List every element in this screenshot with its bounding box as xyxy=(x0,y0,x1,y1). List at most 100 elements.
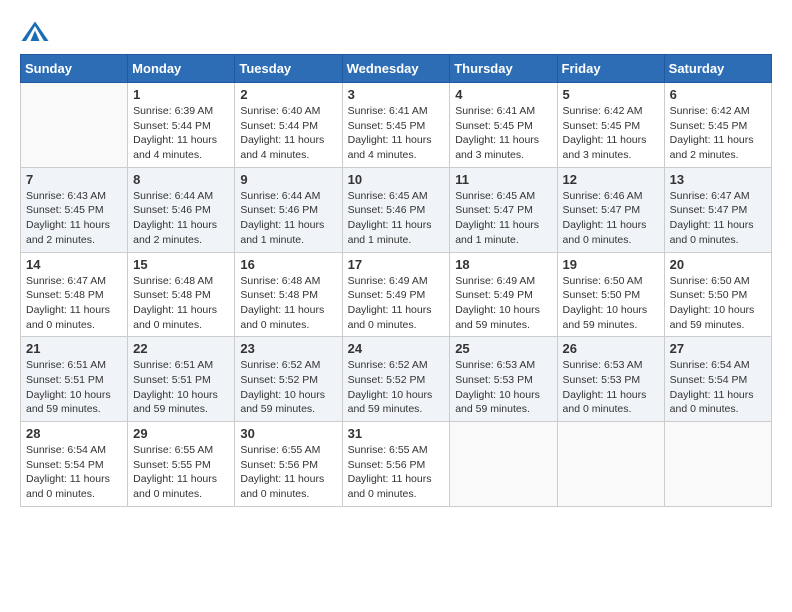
day-number: 3 xyxy=(348,87,445,102)
day-number: 22 xyxy=(133,341,229,356)
calendar-cell: 3Sunrise: 6:41 AM Sunset: 5:45 PM Daylig… xyxy=(342,83,450,168)
day-info: Sunrise: 6:46 AM Sunset: 5:47 PM Dayligh… xyxy=(563,189,659,248)
calendar-cell: 15 Sunrise: 6:48 AM Sunset: 5:48 PM Dayli… xyxy=(128,252,235,337)
calendar-cell xyxy=(450,422,557,507)
weekday-header-wednesday: Wednesday xyxy=(342,55,450,83)
day-number: 21 xyxy=(26,341,122,356)
day-number: 30 xyxy=(240,426,336,441)
day-number: 2 xyxy=(240,87,336,102)
day-info: Sunrise: 6:55 AM Sunset: 5:56 PM Dayligh… xyxy=(240,443,336,502)
day-number: 6 xyxy=(670,87,766,102)
day-info: Sunrise: 6:50 AM Sunset: 5:50 PM Dayligh… xyxy=(563,274,659,333)
day-info: Sunrise: 6:40 AM Sunset: 5:44 PM Dayligh… xyxy=(240,104,336,163)
day-info: Sunrise: 6:48 AM Sunset: 5:48 PM Dayligh… xyxy=(240,274,336,333)
weekday-row: SundayMondayTuesdayWednesdayThursdayFrid… xyxy=(21,55,772,83)
day-number: 20 xyxy=(670,257,766,272)
calendar-week-row: 28 Sunrise: 6:54 AM Sunset: 5:54 PM Dayli… xyxy=(21,422,772,507)
day-info: Sunrise: 6:54 AM Sunset: 5:54 PM Dayligh… xyxy=(26,443,122,502)
calendar-cell: 25 Sunrise: 6:53 AM Sunset: 5:53 PM Dayli… xyxy=(450,337,557,422)
day-info: Sunrise: 6:53 AM Sunset: 5:53 PM Dayligh… xyxy=(563,358,659,417)
calendar-cell: 9 Sunrise: 6:44 AM Sunset: 5:46 PM Daylig… xyxy=(235,167,342,252)
calendar-cell: 24 Sunrise: 6:52 AM Sunset: 5:52 PM Dayli… xyxy=(342,337,450,422)
day-number: 17 xyxy=(348,257,445,272)
calendar-week-row: 7Sunrise: 6:43 AM Sunset: 5:45 PM Daylig… xyxy=(21,167,772,252)
day-number: 26 xyxy=(563,341,659,356)
weekday-header-sunday: Sunday xyxy=(21,55,128,83)
day-info: Sunrise: 6:50 AM Sunset: 5:50 PM Dayligh… xyxy=(670,274,766,333)
calendar: SundayMondayTuesdayWednesdayThursdayFrid… xyxy=(20,54,772,507)
calendar-body: 1Sunrise: 6:39 AM Sunset: 5:44 PM Daylig… xyxy=(21,83,772,507)
day-info: Sunrise: 6:44 AM Sunset: 5:46 PM Dayligh… xyxy=(240,189,336,248)
day-number: 15 xyxy=(133,257,229,272)
calendar-cell: 2 Sunrise: 6:40 AM Sunset: 5:44 PM Daylig… xyxy=(235,83,342,168)
day-number: 14 xyxy=(26,257,122,272)
day-info: Sunrise: 6:44 AM Sunset: 5:46 PM Dayligh… xyxy=(133,189,229,248)
calendar-cell: 30 Sunrise: 6:55 AM Sunset: 5:56 PM Dayli… xyxy=(235,422,342,507)
calendar-cell: 5 Sunrise: 6:42 AM Sunset: 5:45 PM Daylig… xyxy=(557,83,664,168)
day-number: 31 xyxy=(348,426,445,441)
day-info: Sunrise: 6:47 AM Sunset: 5:48 PM Dayligh… xyxy=(26,274,122,333)
calendar-cell: 23Sunrise: 6:52 AM Sunset: 5:52 PM Dayli… xyxy=(235,337,342,422)
day-info: Sunrise: 6:47 AM Sunset: 5:47 PM Dayligh… xyxy=(670,189,766,248)
calendar-cell: 16 Sunrise: 6:48 AM Sunset: 5:48 PM Dayli… xyxy=(235,252,342,337)
page-header xyxy=(20,20,772,44)
day-number: 25 xyxy=(455,341,551,356)
calendar-cell: 11 Sunrise: 6:45 AM Sunset: 5:47 PM Dayli… xyxy=(450,167,557,252)
day-info: Sunrise: 6:45 AM Sunset: 5:47 PM Dayligh… xyxy=(455,189,551,248)
weekday-header-monday: Monday xyxy=(128,55,235,83)
weekday-header-friday: Friday xyxy=(557,55,664,83)
calendar-cell: 8 Sunrise: 6:44 AM Sunset: 5:46 PM Daylig… xyxy=(128,167,235,252)
day-info: Sunrise: 6:53 AM Sunset: 5:53 PM Dayligh… xyxy=(455,358,551,417)
calendar-cell: 29Sunrise: 6:55 AM Sunset: 5:55 PM Dayli… xyxy=(128,422,235,507)
calendar-cell: 22 Sunrise: 6:51 AM Sunset: 5:51 PM Dayli… xyxy=(128,337,235,422)
calendar-week-row: 1Sunrise: 6:39 AM Sunset: 5:44 PM Daylig… xyxy=(21,83,772,168)
day-info: Sunrise: 6:48 AM Sunset: 5:48 PM Dayligh… xyxy=(133,274,229,333)
day-number: 23 xyxy=(240,341,336,356)
calendar-cell: 19 Sunrise: 6:50 AM Sunset: 5:50 PM Dayli… xyxy=(557,252,664,337)
calendar-cell: 6Sunrise: 6:42 AM Sunset: 5:45 PM Daylig… xyxy=(664,83,771,168)
calendar-cell: 17 Sunrise: 6:49 AM Sunset: 5:49 PM Dayli… xyxy=(342,252,450,337)
day-info: Sunrise: 6:52 AM Sunset: 5:52 PM Dayligh… xyxy=(348,358,445,417)
day-number: 13 xyxy=(670,172,766,187)
day-number: 11 xyxy=(455,172,551,187)
day-info: Sunrise: 6:55 AM Sunset: 5:55 PM Dayligh… xyxy=(133,443,229,502)
day-number: 27 xyxy=(670,341,766,356)
day-number: 16 xyxy=(240,257,336,272)
day-number: 9 xyxy=(240,172,336,187)
day-number: 5 xyxy=(563,87,659,102)
day-info: Sunrise: 6:49 AM Sunset: 5:49 PM Dayligh… xyxy=(348,274,445,333)
day-info: Sunrise: 6:51 AM Sunset: 5:51 PM Dayligh… xyxy=(133,358,229,417)
calendar-cell xyxy=(21,83,128,168)
calendar-header: SundayMondayTuesdayWednesdayThursdayFrid… xyxy=(21,55,772,83)
day-number: 19 xyxy=(563,257,659,272)
calendar-cell: 13 Sunrise: 6:47 AM Sunset: 5:47 PM Dayli… xyxy=(664,167,771,252)
weekday-header-saturday: Saturday xyxy=(664,55,771,83)
day-number: 8 xyxy=(133,172,229,187)
day-info: Sunrise: 6:42 AM Sunset: 5:45 PM Dayligh… xyxy=(563,104,659,163)
calendar-cell: 4Sunrise: 6:41 AM Sunset: 5:45 PM Daylig… xyxy=(450,83,557,168)
day-number: 12 xyxy=(563,172,659,187)
calendar-cell: 7Sunrise: 6:43 AM Sunset: 5:45 PM Daylig… xyxy=(21,167,128,252)
calendar-week-row: 14 Sunrise: 6:47 AM Sunset: 5:48 PM Dayli… xyxy=(21,252,772,337)
day-info: Sunrise: 6:49 AM Sunset: 5:49 PM Dayligh… xyxy=(455,274,551,333)
day-number: 24 xyxy=(348,341,445,356)
logo-icon xyxy=(20,20,50,44)
calendar-cell: 12 Sunrise: 6:46 AM Sunset: 5:47 PM Dayli… xyxy=(557,167,664,252)
calendar-cell: 18 Sunrise: 6:49 AM Sunset: 5:49 PM Dayli… xyxy=(450,252,557,337)
day-info: Sunrise: 6:45 AM Sunset: 5:46 PM Dayligh… xyxy=(348,189,445,248)
calendar-cell: 1Sunrise: 6:39 AM Sunset: 5:44 PM Daylig… xyxy=(128,83,235,168)
calendar-cell: 28 Sunrise: 6:54 AM Sunset: 5:54 PM Dayli… xyxy=(21,422,128,507)
weekday-header-thursday: Thursday xyxy=(450,55,557,83)
day-number: 1 xyxy=(133,87,229,102)
calendar-cell: 20 Sunrise: 6:50 AM Sunset: 5:50 PM Dayli… xyxy=(664,252,771,337)
logo xyxy=(20,20,54,44)
day-info: Sunrise: 6:55 AM Sunset: 5:56 PM Dayligh… xyxy=(348,443,445,502)
calendar-cell: 21Sunrise: 6:51 AM Sunset: 5:51 PM Dayli… xyxy=(21,337,128,422)
day-number: 10 xyxy=(348,172,445,187)
day-number: 28 xyxy=(26,426,122,441)
day-number: 18 xyxy=(455,257,551,272)
calendar-cell xyxy=(664,422,771,507)
day-info: Sunrise: 6:54 AM Sunset: 5:54 PM Dayligh… xyxy=(670,358,766,417)
day-number: 7 xyxy=(26,172,122,187)
calendar-cell: 31 Sunrise: 6:55 AM Sunset: 5:56 PM Dayli… xyxy=(342,422,450,507)
